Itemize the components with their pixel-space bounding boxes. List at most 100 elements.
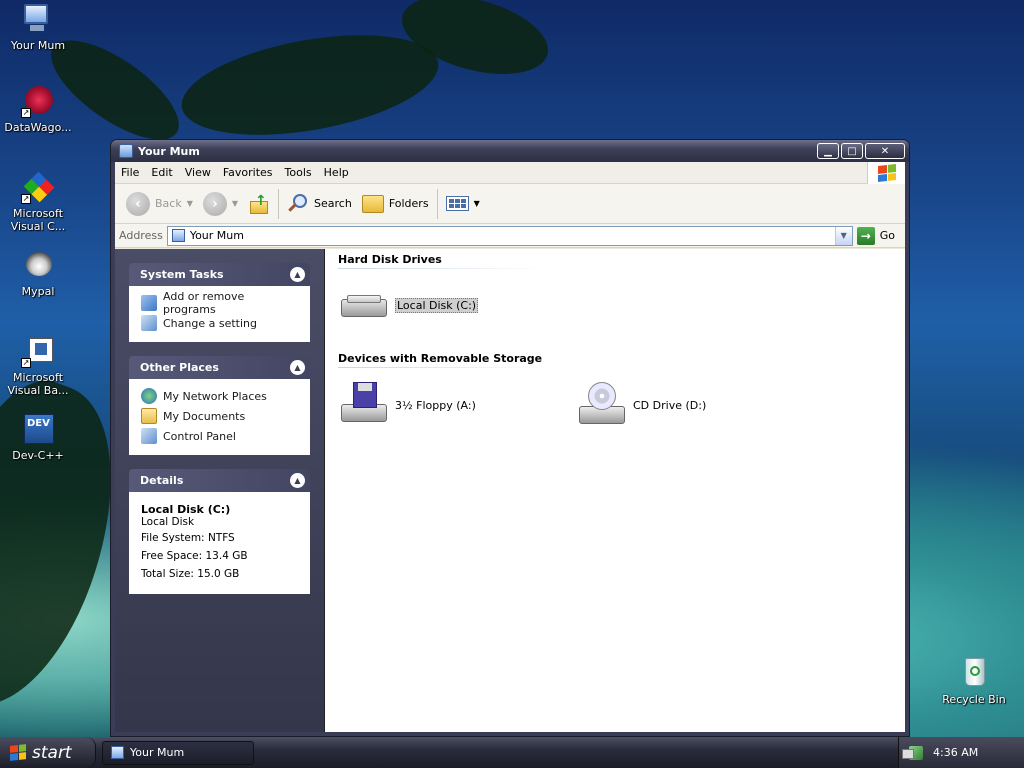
- desktop-icon-label: Dev-C++: [12, 449, 64, 462]
- details-total-size: Total Size: 15.0 GB: [141, 568, 240, 580]
- taskbar-button-your-mum[interactable]: Your Mum: [102, 740, 254, 765]
- clock[interactable]: 4:36 AM: [933, 746, 978, 759]
- back-arrow-icon: ‹: [126, 191, 150, 216]
- visual-c-icon: ↗: [21, 170, 55, 204]
- floppy-a-item[interactable]: 3½ Floppy (A:): [341, 382, 476, 428]
- address-dropdown-icon[interactable]: ▼: [834, 226, 852, 245]
- desktop-icon-label: DataWago...: [4, 121, 72, 134]
- wallpaper-palm: [174, 18, 446, 152]
- go-button[interactable]: → Go: [856, 226, 901, 245]
- window-title: Your Mum: [138, 144, 200, 158]
- task-label: Your Mum: [130, 746, 185, 759]
- my-documents-icon: [141, 408, 157, 424]
- desktop-icon-recycle-bin[interactable]: Recycle Bin: [936, 656, 1012, 706]
- mypal-icon: [21, 248, 55, 282]
- desktop-icon-visual-basic[interactable]: ↗ Microsoft Visual Ba...: [0, 334, 76, 397]
- forward-arrow-icon: ›: [202, 191, 227, 216]
- system-tasks-header[interactable]: System Tasks ▲: [129, 263, 310, 286]
- up-folder-button[interactable]: ↑: [243, 188, 275, 220]
- devcpp-icon: DEV: [21, 412, 55, 446]
- panel-title: Details: [140, 474, 184, 487]
- window-titlebar[interactable]: Your Mum ▁ □ ✕: [111, 140, 909, 162]
- menu-tools[interactable]: Tools: [279, 162, 318, 184]
- desktop-icon-devcpp[interactable]: DEV Dev-C++: [0, 412, 76, 462]
- desktop-icon-datawagon[interactable]: ↗ DataWago...: [0, 84, 76, 134]
- computer-icon: [21, 2, 55, 36]
- forward-dropdown-icon[interactable]: ▼: [232, 199, 238, 208]
- menu-help[interactable]: Help: [318, 162, 355, 184]
- computer-icon: [171, 229, 185, 242]
- panel-title: Other Places: [140, 361, 219, 374]
- change-setting-link[interactable]: Change a setting: [141, 313, 299, 333]
- add-remove-programs-link[interactable]: Add or remove programs: [141, 290, 299, 316]
- taskbar: start Your Mum 4:36 AM: [0, 737, 1024, 768]
- back-label: Back: [155, 197, 182, 210]
- link-label: Control Panel: [163, 429, 236, 443]
- toolbar-separator: [278, 188, 280, 219]
- menu-edit[interactable]: Edit: [145, 162, 178, 184]
- desktop-icon-your-mum[interactable]: Your Mum: [0, 2, 76, 52]
- explorer-window: Your Mum ▁ □ ✕ File Edit View Favorites …: [110, 139, 910, 737]
- group-divider: [338, 367, 548, 368]
- desktop-icon-label: Mypal: [21, 285, 55, 298]
- desktop-icon-label: Your Mum: [10, 39, 66, 52]
- menu-favorites[interactable]: Favorites: [217, 162, 279, 184]
- minimize-button[interactable]: ▁: [817, 143, 839, 159]
- desktop-icon-mypal[interactable]: Mypal: [0, 248, 76, 298]
- details-name: Local Disk (C:): [141, 503, 231, 516]
- views-button[interactable]: ▼: [441, 188, 485, 220]
- menu-view[interactable]: View: [179, 162, 217, 184]
- windows-logo-icon: [10, 744, 26, 761]
- my-network-places-link[interactable]: My Network Places: [141, 386, 299, 406]
- computer-icon: [111, 746, 124, 759]
- address-field[interactable]: Your Mum ▼: [166, 225, 853, 246]
- link-label: Add or remove programs: [163, 290, 245, 316]
- search-icon: [287, 193, 309, 215]
- cd-drive-d-item[interactable]: CD Drive (D:): [579, 382, 706, 428]
- floppy-drive-icon: [341, 382, 389, 428]
- close-button[interactable]: ✕: [865, 143, 905, 159]
- cd-drive-icon: [579, 382, 627, 428]
- details-type: Local Disk: [141, 516, 195, 528]
- keyboard-icon[interactable]: [902, 749, 914, 759]
- views-dropdown-icon[interactable]: ▼: [474, 199, 480, 208]
- link-label: Change a setting: [163, 316, 257, 330]
- address-bar: Address Your Mum ▼ → Go: [115, 224, 905, 248]
- start-label: start: [32, 742, 72, 763]
- datawagon-icon: ↗: [21, 84, 55, 118]
- folders-label: Folders: [388, 197, 429, 210]
- search-button[interactable]: Search: [282, 188, 357, 220]
- address-value: Your Mum: [189, 229, 244, 242]
- back-dropdown-icon[interactable]: ▼: [187, 199, 193, 208]
- forward-button[interactable]: › ▼: [198, 188, 243, 220]
- link-label: My Documents: [163, 409, 246, 423]
- menu-file[interactable]: File: [115, 162, 145, 184]
- menu-bar: File Edit View Favorites Tools Help: [115, 162, 905, 184]
- back-button[interactable]: ‹ Back ▼: [121, 188, 198, 220]
- item-label: 3½ Floppy (A:): [395, 398, 476, 412]
- collapse-chevron-icon[interactable]: ▲: [290, 360, 305, 375]
- control-panel-icon: [141, 428, 157, 444]
- other-places-panel: Other Places ▲ My Network Places My Docu…: [129, 356, 310, 455]
- address-label: Address: [119, 229, 163, 242]
- folders-button[interactable]: Folders: [357, 188, 434, 220]
- collapse-chevron-icon[interactable]: ▲: [290, 473, 305, 488]
- collapse-chevron-icon[interactable]: ▲: [290, 267, 305, 282]
- task-pane: System Tasks ▲ Add or remove programs Ch…: [115, 249, 325, 732]
- start-button[interactable]: start: [0, 737, 96, 768]
- my-documents-link[interactable]: My Documents: [141, 406, 299, 426]
- desktop-icon-visual-c[interactable]: ↗ Microsoft Visual C...: [0, 170, 76, 233]
- control-panel-link[interactable]: Control Panel: [141, 426, 299, 446]
- hard-disk-drives-heading: Hard Disk Drives: [338, 253, 442, 266]
- go-label: Go: [879, 229, 895, 242]
- other-places-header[interactable]: Other Places ▲: [129, 356, 310, 379]
- details-header[interactable]: Details ▲: [129, 469, 310, 492]
- details-file-system: File System: NTFS: [141, 532, 235, 544]
- local-disk-c-item[interactable]: Local Disk (C:): [341, 289, 479, 321]
- panel-title: System Tasks: [140, 268, 224, 281]
- go-arrow-icon: →: [856, 226, 875, 245]
- removable-storage-heading: Devices with Removable Storage: [338, 352, 543, 365]
- windows-logo-icon: [867, 162, 905, 184]
- maximize-button[interactable]: □: [841, 143, 863, 159]
- desktop-icon-label: Microsoft Visual Ba...: [7, 371, 69, 397]
